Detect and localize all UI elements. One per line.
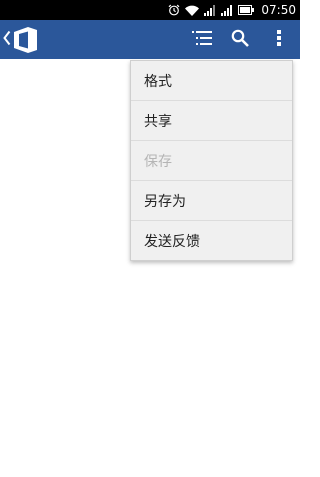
signal-icon	[221, 4, 233, 16]
menu-item-save: 保存	[131, 141, 292, 181]
more-vert-icon	[277, 29, 281, 50]
menu-item-label: 共享	[144, 113, 172, 130]
menu-item-format[interactable]: 格式	[131, 61, 292, 101]
overflow-menu: 格式 共享 保存 另存为 发送反馈	[130, 60, 293, 261]
office-logo-icon[interactable]	[14, 27, 38, 57]
more-options-button[interactable]	[264, 20, 294, 59]
status-time: 07:50	[261, 3, 296, 17]
app-bar	[0, 20, 300, 59]
menu-item-label: 保存	[144, 153, 172, 170]
battery-icon	[238, 5, 255, 15]
signal-icon	[204, 4, 216, 16]
search-button[interactable]	[225, 20, 255, 59]
wifi-icon	[185, 5, 200, 16]
menu-item-label: 另存为	[144, 193, 186, 210]
menu-item-save-as[interactable]: 另存为	[131, 181, 292, 221]
search-icon	[231, 29, 249, 51]
outline-button[interactable]	[187, 20, 217, 59]
back-chevron-icon[interactable]	[3, 30, 11, 50]
menu-item-label: 发送反馈	[144, 234, 200, 250]
alarm-icon	[168, 4, 180, 16]
outline-icon	[192, 30, 212, 50]
menu-item-share[interactable]: 共享	[131, 101, 292, 141]
menu-item-label: 格式	[144, 73, 172, 90]
menu-item-send-feedback[interactable]: 发送反馈	[131, 221, 292, 261]
status-bar: 07:50	[0, 0, 300, 20]
